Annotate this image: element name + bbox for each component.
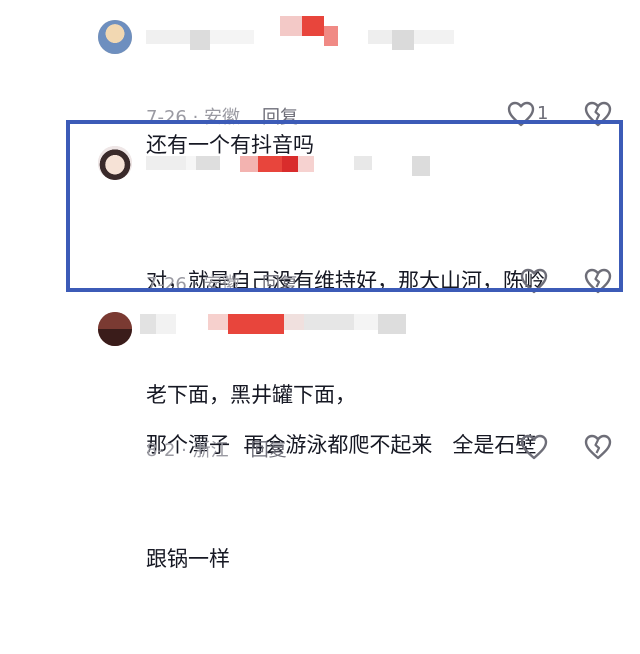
broken-heart-icon	[584, 268, 612, 294]
avatar[interactable]	[98, 146, 132, 180]
avatar[interactable]	[98, 20, 132, 54]
reply-button[interactable]: 回复	[262, 274, 298, 295]
comment-item: 还有一个有抖音吗 7-26 · 安徽 回复 1	[0, 0, 640, 157]
comment-item: 那个潭子 再会游泳都爬不起来 全是石壁 跟锅一样 8-2 · 浙江 回复	[0, 300, 640, 571]
comment-text-line: 跟锅一样	[146, 547, 230, 571]
comment-text: 那个潭子 再会游泳都爬不起来 全是石壁 跟锅一样	[146, 350, 536, 654]
reply-button[interactable]: 回复	[251, 440, 287, 461]
like-button[interactable]	[520, 268, 548, 298]
username-mosaic[interactable]	[146, 156, 430, 176]
broken-heart-icon	[584, 434, 612, 460]
dislike-button[interactable]	[583, 268, 613, 298]
comment-meta: 8-2 · 浙江 回复	[146, 436, 287, 462]
username-mosaic[interactable]	[146, 16, 454, 50]
comment-meta: 7-26 · 安徽 回复	[146, 270, 298, 296]
avatar[interactable]	[98, 312, 132, 346]
comment-item: 对，就是自己没有维持好，那大山河，陈岭 老下面，黑井罐下面， 7-26 · 安徽…	[0, 120, 640, 407]
date-location: 7-26 · 安徽	[146, 274, 241, 295]
like-button[interactable]	[520, 434, 548, 464]
date-location: 8-2 · 浙江	[146, 440, 229, 461]
heart-icon	[520, 268, 548, 294]
username-mosaic[interactable]	[140, 314, 406, 334]
dislike-button[interactable]	[583, 434, 613, 464]
heart-icon	[520, 434, 548, 460]
